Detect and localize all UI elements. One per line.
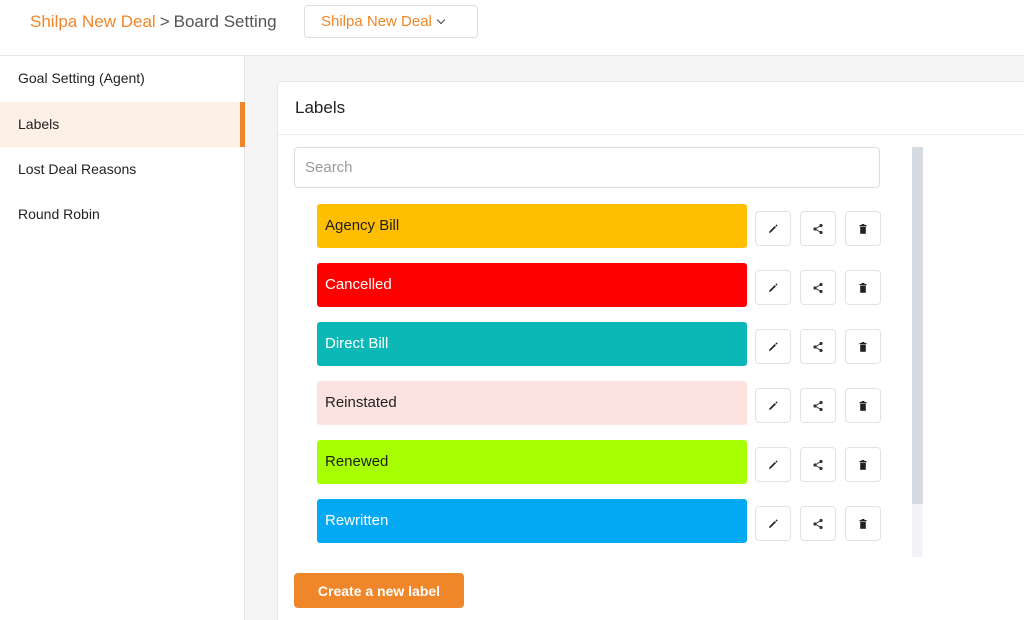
delete-label-button[interactable] [845,270,881,305]
breadcrumb-separator: > [159,12,170,31]
board-select-dropdown[interactable]: Shilpa New Deal [304,5,478,38]
label-pill[interactable]: Renewed [317,440,747,484]
edit-label-button[interactable] [755,447,791,482]
pencil-icon [767,282,779,294]
breadcrumb-board-link[interactable]: Shilpa New Deal [30,12,156,31]
delete-label-button[interactable] [845,388,881,423]
share-label-button[interactable] [800,329,836,364]
share-label-button[interactable] [800,506,836,541]
share-icon [812,341,824,353]
share-label-button[interactable] [800,211,836,246]
share-icon [812,518,824,530]
label-row: Agency Bill [317,204,882,248]
sidebar-item-goal-setting[interactable]: Goal Setting (Agent) [0,56,245,101]
trash-icon [857,282,869,294]
trash-icon [857,223,869,235]
breadcrumb-current: Board Setting [173,12,277,31]
share-label-button[interactable] [800,270,836,305]
edit-label-button[interactable] [755,211,791,246]
share-icon [812,400,824,412]
sidebar-item-lost-deal-reasons[interactable]: Lost Deal Reasons [0,147,245,192]
edit-label-button[interactable] [755,329,791,364]
pencil-icon [767,459,779,471]
label-pill[interactable]: Agency Bill [317,204,747,248]
label-row: Direct Bill [317,322,882,366]
label-row: Cancelled [317,263,882,307]
top-bar: Shilpa New Deal > Board Setting Shilpa New… [0,0,1024,56]
scrollbar-thumb[interactable] [912,147,923,504]
label-pill[interactable]: Cancelled [317,263,747,307]
page-title: Labels [295,98,346,117]
search-input[interactable] [294,147,880,188]
label-pill[interactable]: Rewritten [317,499,747,543]
edit-label-button[interactable] [755,506,791,541]
trash-icon [857,518,869,530]
edit-label-button[interactable] [755,270,791,305]
chevron-down-icon [436,15,446,25]
delete-label-button[interactable] [845,506,881,541]
breadcrumb: Shilpa New Deal > Board Setting [30,11,277,33]
board-select-value: Shilpa New Deal [321,13,432,30]
label-row: Reinstated [317,381,882,425]
label-pill[interactable]: Direct Bill [317,322,747,366]
sidebar: Goal Setting (Agent) Labels Lost Deal Re… [0,56,245,620]
panel-header: Labels [278,82,1024,135]
share-label-button[interactable] [800,388,836,423]
sidebar-item-labels[interactable]: Labels [0,102,245,147]
label-row: Rewritten [317,499,882,543]
pencil-icon [767,518,779,530]
trash-icon [857,341,869,353]
delete-label-button[interactable] [845,329,881,364]
pencil-icon [767,341,779,353]
share-icon [812,459,824,471]
trash-icon [857,459,869,471]
label-row: Renewed [317,440,882,484]
trash-icon [857,400,869,412]
share-icon [812,282,824,294]
share-icon [812,223,824,235]
edit-label-button[interactable] [755,388,791,423]
delete-label-button[interactable] [845,211,881,246]
pencil-icon [767,400,779,412]
label-pill[interactable]: Reinstated [317,381,747,425]
delete-label-button[interactable] [845,447,881,482]
pencil-icon [767,223,779,235]
share-label-button[interactable] [800,447,836,482]
sidebar-item-round-robin[interactable]: Round Robin [0,192,245,237]
create-label-button[interactable]: Create a new label [294,573,464,608]
